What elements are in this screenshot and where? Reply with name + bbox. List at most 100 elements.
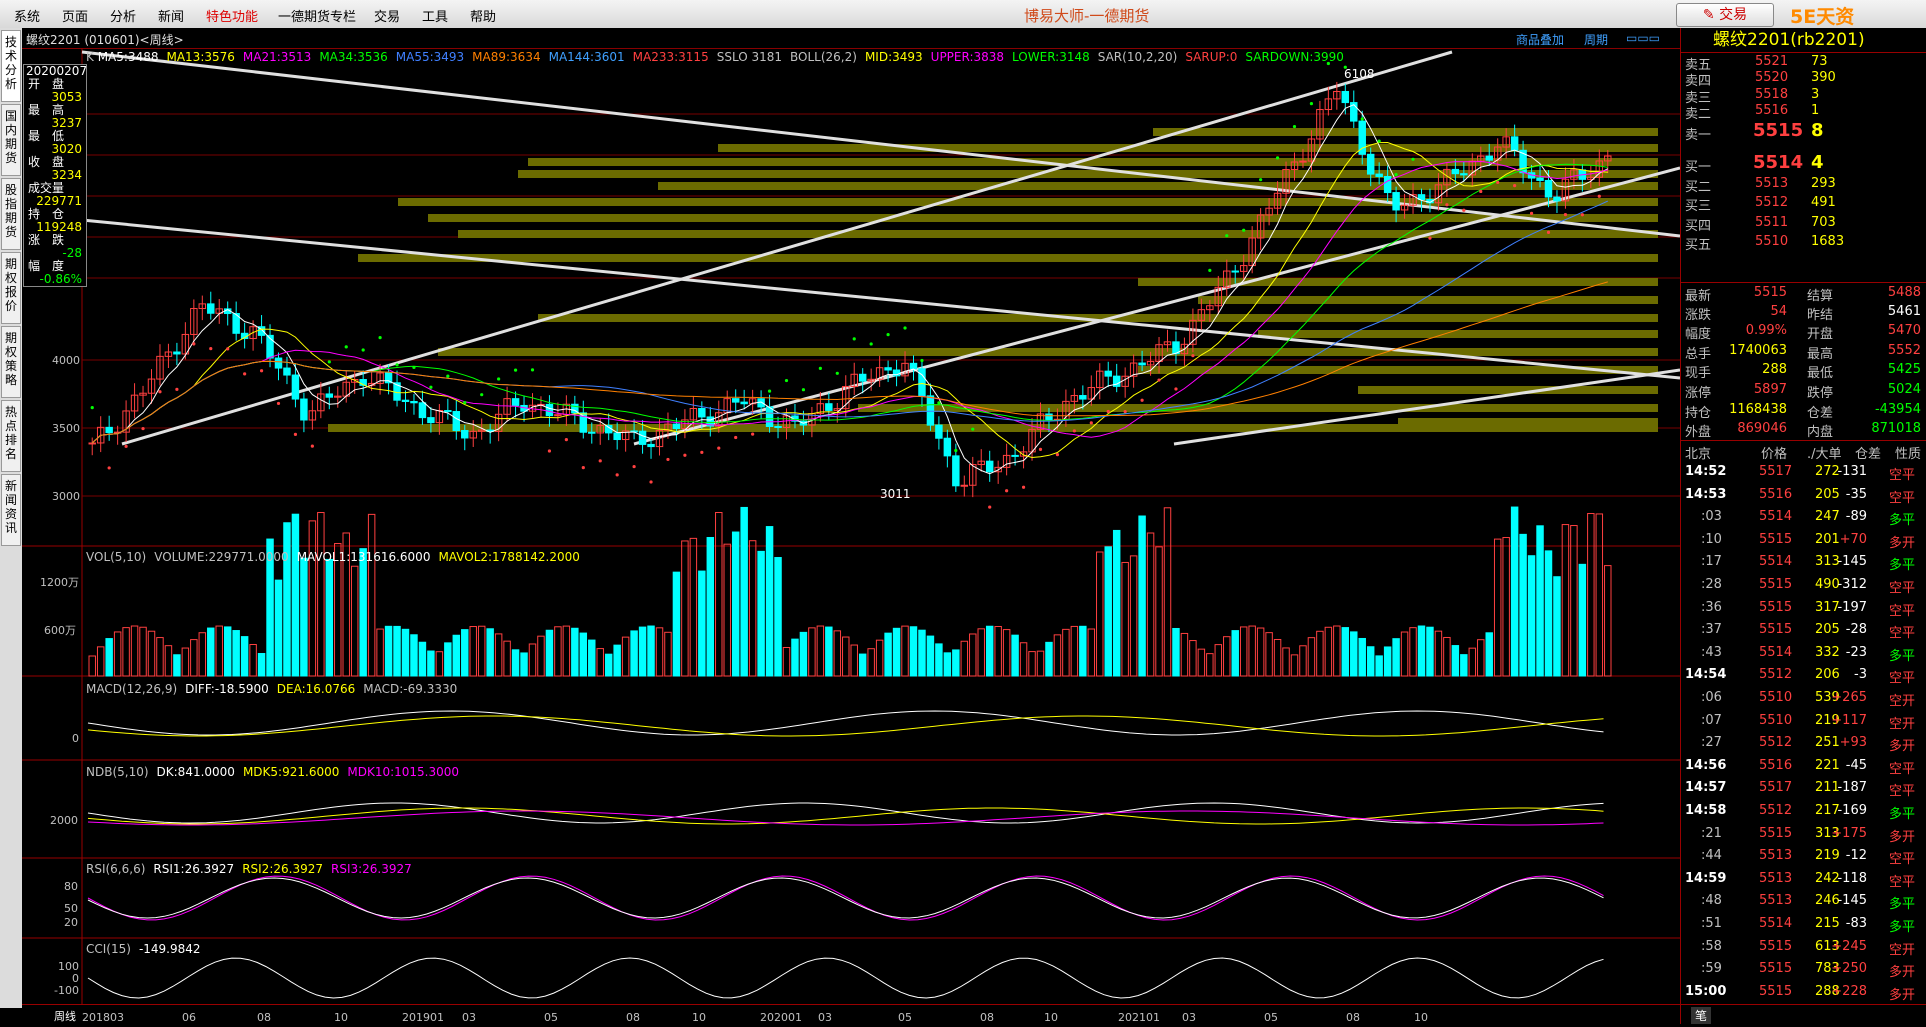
candle-body bbox=[427, 417, 435, 424]
stat-label: 最高 bbox=[1807, 346, 1834, 362]
ask-row[interactable]: 卖一 5515 8 bbox=[1681, 120, 1926, 143]
bid-row[interactable]: 买四 5511 703 bbox=[1681, 213, 1926, 234]
menu-trade[interactable]: 交易 bbox=[374, 6, 400, 25]
tick-row[interactable]: :36 5515 317 -197 空平 bbox=[1681, 598, 1926, 619]
tick-row[interactable]: :44 5513 219 -12 空平 bbox=[1681, 846, 1926, 867]
ticks-col-time: 北京 bbox=[1685, 447, 1712, 462]
sar-dot bbox=[615, 473, 619, 477]
volume-bar bbox=[1223, 636, 1231, 677]
tick-row[interactable]: :10 5515 201 +70 多开 bbox=[1681, 530, 1926, 551]
sar-dot bbox=[1174, 387, 1178, 391]
tick-volume: 201 bbox=[1815, 531, 1840, 547]
left-tab-news[interactable]: 新闻资讯 bbox=[1, 474, 21, 546]
left-tab-hot-rank[interactable]: 热点排名 bbox=[1, 400, 21, 472]
rsi-indicator-list: RSI(6,6,6) RSI1:26.3927 RSI2:26.3927 RSI3:2… bbox=[86, 862, 420, 876]
tick-price: 5516 bbox=[1759, 757, 1793, 773]
bid-row[interactable]: 买五 5510 1683 bbox=[1681, 232, 1926, 253]
volume-bar bbox=[418, 641, 427, 677]
menu-page[interactable]: 页面 bbox=[62, 6, 88, 25]
period-label[interactable]: 周线 bbox=[54, 1008, 76, 1024]
tick-row[interactable]: :58 5515 613 +245 空开 bbox=[1681, 937, 1926, 958]
sar-dot bbox=[1597, 194, 1601, 198]
trade-button[interactable]: ✎ 交易 bbox=[1676, 3, 1774, 27]
tick-row[interactable]: :43 5514 332 -23 多平 bbox=[1681, 643, 1926, 664]
ask-row[interactable]: 卖二 5516 1 bbox=[1681, 101, 1926, 122]
overlay-link[interactable]: 商品叠加 bbox=[1516, 31, 1564, 48]
price-tick-3500: 3500 bbox=[52, 422, 80, 435]
tick-row[interactable]: :37 5515 205 -28 空平 bbox=[1681, 620, 1926, 642]
tick-row[interactable]: :06 5510 539 +265 空开 bbox=[1681, 688, 1926, 709]
menu-news[interactable]: 新闻 bbox=[158, 6, 184, 25]
candle-body bbox=[1536, 177, 1544, 181]
bid-row[interactable]: 买二 5513 293 bbox=[1681, 174, 1926, 195]
rsi-indicator-item: RSI(6,6,6) bbox=[86, 862, 146, 876]
sar-dot bbox=[243, 372, 247, 376]
menu-tools[interactable]: 工具 bbox=[422, 6, 448, 25]
kline-prefix: K bbox=[86, 50, 94, 64]
left-tab-index-futures[interactable]: 股指期货 bbox=[1, 178, 21, 250]
left-tab-options-strategy[interactable]: 期权策略 bbox=[1, 326, 21, 398]
tick-row[interactable]: 14:57 5517 211 -187 空平 bbox=[1681, 778, 1926, 799]
tick-row[interactable]: 14:54 5512 206 -3 空平 bbox=[1681, 665, 1926, 686]
tick-row[interactable]: 14:53 5516 205 -35 空平 bbox=[1681, 485, 1926, 506]
volume-bar bbox=[698, 570, 706, 677]
volume-profile-bar bbox=[428, 214, 1658, 222]
menu-yide-column[interactable]: 一德期货专栏 bbox=[278, 6, 356, 25]
left-tab-options-quote[interactable]: 期权报价 bbox=[1, 252, 21, 324]
tick-oi-change: -83 bbox=[1845, 916, 1867, 931]
time-label: 10 bbox=[1044, 1011, 1058, 1024]
volume-bar bbox=[1527, 555, 1536, 677]
stat-value: 54 bbox=[1770, 303, 1787, 319]
menu-analysis[interactable]: 分析 bbox=[110, 6, 136, 25]
menu-features[interactable]: 特色功能 bbox=[206, 6, 258, 25]
window-layout-icons[interactable]: ▭▭▭ bbox=[1626, 31, 1660, 45]
tick-oi-change: -45 bbox=[1845, 757, 1867, 773]
tick-type: 空开 bbox=[1889, 694, 1916, 709]
tick-row[interactable]: 14:52 5517 272 -131 空平 bbox=[1681, 462, 1926, 483]
tick-price: 5515 bbox=[1759, 531, 1793, 547]
candle-body bbox=[1383, 175, 1392, 194]
tick-row[interactable]: :07 5510 219 +117 空开 bbox=[1681, 711, 1926, 732]
ndb-indicator-item: MDK10:1015.3000 bbox=[347, 765, 460, 779]
footer-tab-ticks[interactable]: 笔 bbox=[1691, 1007, 1712, 1024]
stat-label: 开盘 bbox=[1807, 327, 1834, 343]
volume-bar bbox=[105, 638, 113, 677]
tick-price: 5513 bbox=[1759, 870, 1793, 886]
tick-row[interactable]: 15:00 5515 288 +228 多开 bbox=[1681, 982, 1926, 1003]
volume-profile-bar bbox=[1198, 296, 1658, 304]
tick-row[interactable]: :59 5515 783 +250 多开 bbox=[1681, 959, 1926, 980]
tick-row[interactable]: :48 5513 246 -145 多平 bbox=[1681, 891, 1926, 912]
period-link[interactable]: 周期 bbox=[1584, 31, 1608, 48]
kline-header: K MA5:3488 MA13:3576 MA21:3513 MA34:3536 MA5… bbox=[86, 50, 1352, 64]
menu-system[interactable]: 系统 bbox=[14, 6, 40, 25]
tick-row[interactable]: 14:56 5516 221 -45 空平 bbox=[1681, 756, 1926, 777]
menu-bar: 系统 页面 分析 新闻 特色功能 一德期货专栏 交易 工具 帮助 博易大师-一德… bbox=[0, 0, 1926, 51]
volume-bar bbox=[952, 649, 960, 677]
tick-row[interactable]: 14:58 5512 217 -169 多平 bbox=[1681, 801, 1926, 822]
sar-dot bbox=[920, 358, 924, 363]
tick-row[interactable]: :21 5515 313 +175 多开 bbox=[1681, 824, 1926, 845]
menu-help[interactable]: 帮助 bbox=[470, 6, 496, 25]
candle-body bbox=[88, 442, 96, 445]
bid-label: 买一 bbox=[1685, 160, 1712, 175]
stat-value: 5552 bbox=[1887, 342, 1921, 358]
left-tab-tech[interactable]: 技术分析 bbox=[1, 30, 21, 102]
tick-row[interactable]: :03 5514 247 -89 多平 bbox=[1681, 507, 1926, 528]
sar-dot bbox=[1225, 234, 1229, 238]
tick-row[interactable]: :28 5515 490 -312 空平 bbox=[1681, 575, 1926, 596]
tick-row[interactable]: :27 5512 251 +93 多开 bbox=[1681, 733, 1926, 754]
volume-bar bbox=[672, 571, 681, 677]
volume-bar bbox=[1206, 653, 1214, 677]
kline-indicator-item: SSLO 3181 bbox=[716, 50, 783, 64]
left-tab-domestic[interactable]: 国内期货 bbox=[1, 104, 21, 176]
bid-row[interactable]: 买三 5512 491 bbox=[1681, 193, 1926, 214]
tick-row[interactable]: 14:59 5513 242 -118 空平 bbox=[1681, 869, 1926, 890]
tick-row[interactable]: :17 5514 313 -145 多平 bbox=[1681, 552, 1926, 573]
bid-row[interactable]: 买一 5514 4 bbox=[1681, 152, 1926, 175]
tick-row[interactable]: :51 5514 215 -83 多平 bbox=[1681, 914, 1926, 935]
stat-row: 最新 5515 结算 5488 bbox=[1681, 282, 1926, 304]
candle-body bbox=[672, 423, 681, 429]
tick-type: 空平 bbox=[1889, 490, 1916, 506]
sar-dot bbox=[1005, 489, 1009, 493]
tick-type: 空平 bbox=[1889, 626, 1916, 642]
